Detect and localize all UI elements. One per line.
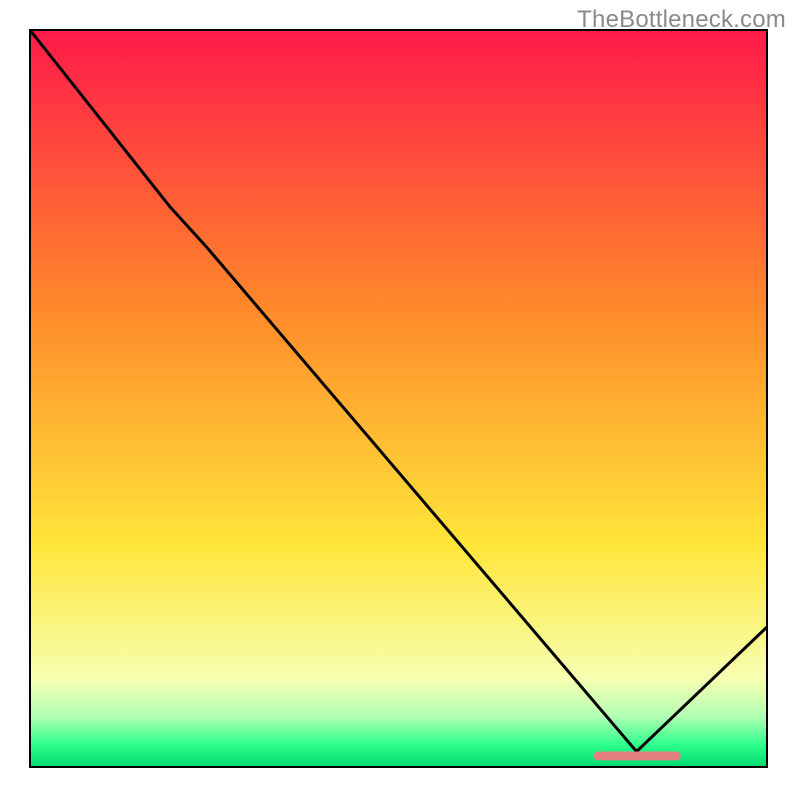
watermark-text: TheBottleneck.com — [577, 6, 786, 34]
chart-canvas: TheBottleneck.com — [0, 0, 800, 800]
chart-svg — [0, 0, 800, 800]
optimal-zone-marker — [594, 752, 681, 761]
plot-background-gradient — [30, 30, 767, 767]
